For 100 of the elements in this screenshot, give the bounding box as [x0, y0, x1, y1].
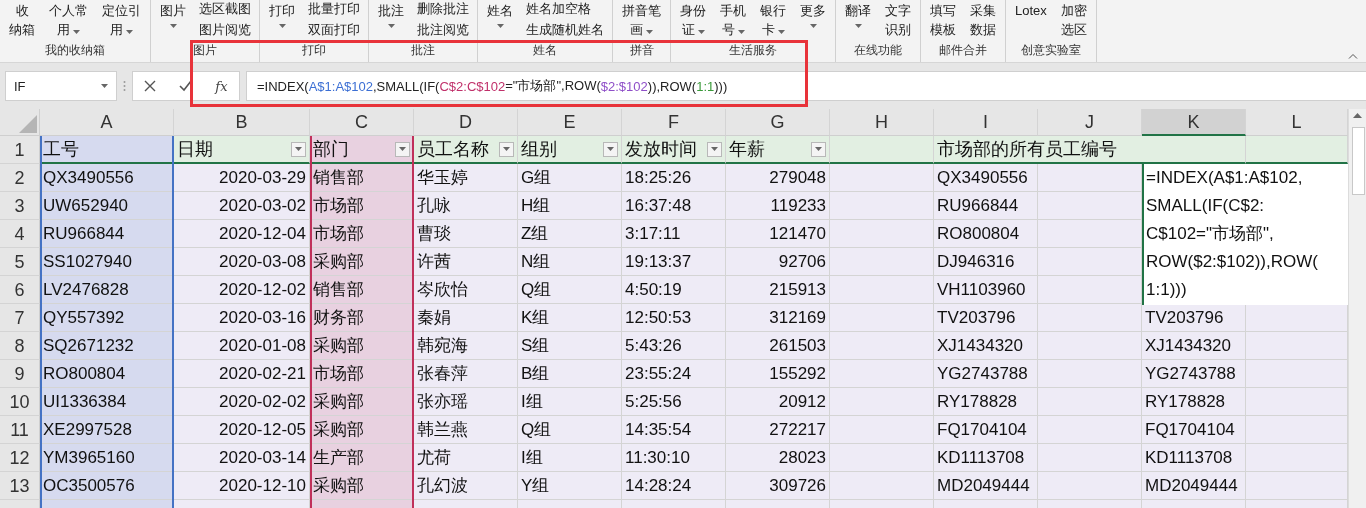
table-header-cell: 市场部的所有员工编号 — [934, 136, 1246, 164]
column-header[interactable]: H — [830, 109, 934, 136]
table-cell: B组 — [518, 360, 622, 388]
insert-function-button[interactable]: fx — [213, 76, 230, 96]
table-cell: SS1027940 — [40, 248, 174, 276]
ribbon-button[interactable]: 采集 数据 — [967, 0, 999, 40]
row-header[interactable]: 4 — [0, 220, 40, 248]
ribbon-button[interactable]: 选区截图 — [197, 0, 253, 18]
table-cell: 韩宛海 — [414, 332, 518, 360]
column-header[interactable]: D — [414, 109, 518, 136]
table-cell: MD2049444 — [934, 472, 1038, 500]
ribbon-button[interactable]: 打印 — [266, 0, 298, 29]
table-header-cell: 发放时间 — [622, 136, 726, 164]
formula-field[interactable]: =INDEX(A$1:A$102,SMALL(IF(C$2:C$102="市场部",ROW($2:$102)),ROW(1:1))) — [246, 71, 1366, 101]
scroll-up-icon[interactable] — [1353, 113, 1362, 118]
ribbon-button[interactable]: 双面打印 — [306, 21, 362, 39]
filter-button[interactable] — [707, 141, 722, 157]
table-header-cell: 工号 — [40, 136, 174, 164]
ribbon-button[interactable]: 填写 模板 — [927, 0, 959, 40]
ribbon-button[interactable]: 姓名 — [484, 0, 516, 29]
table-cell: MD2049444 — [1142, 472, 1246, 500]
table-header-cell: 年薪 — [726, 136, 830, 164]
table-cell: 2020-12-10 — [174, 472, 310, 500]
ribbon-button[interactable]: 更多 — [797, 0, 829, 29]
ribbon-button[interactable]: 身份 证 — [677, 0, 709, 40]
table-cell: 4:50:19 — [622, 276, 726, 304]
table-cell: 261503 — [726, 332, 830, 360]
ribbon-button[interactable]: 批注 — [375, 0, 407, 29]
ribbon-button[interactable]: 拼音笔 画 — [619, 0, 664, 40]
row-header[interactable]: 2 — [0, 164, 40, 192]
table-cell: YG2743788 — [934, 360, 1038, 388]
table-cell: 119233 — [726, 192, 830, 220]
filter-button[interactable] — [291, 141, 306, 157]
ribbon-button[interactable]: 翻译 — [842, 0, 874, 29]
vertical-scrollbar[interactable] — [1348, 109, 1366, 508]
ribbon-button[interactable]: 文字 识别 — [882, 0, 914, 40]
ribbon-button[interactable]: 批注阅览 — [415, 21, 471, 39]
column-header[interactable]: F — [622, 109, 726, 136]
table-cell: 许茜 — [414, 248, 518, 276]
table-cell: RY178828 — [1142, 388, 1246, 416]
row-header[interactable]: 11 — [0, 416, 40, 444]
column-header[interactable]: J — [1038, 109, 1142, 136]
ribbon-button[interactable]: 生成随机姓名 — [524, 21, 606, 39]
filter-button[interactable] — [499, 141, 514, 157]
ribbon-button[interactable]: 批量打印 — [306, 0, 362, 18]
table-cell: 生产部 — [310, 444, 414, 472]
ribbon-button[interactable]: 删除批注 — [415, 0, 471, 18]
ribbon-button[interactable]: 银行 卡 — [757, 0, 789, 40]
filter-button[interactable] — [395, 141, 410, 157]
table-cell: 华玉婷 — [414, 164, 518, 192]
name-box[interactable]: IF — [5, 71, 117, 101]
table-cell: G组 — [518, 164, 622, 192]
column-header[interactable]: K — [1142, 109, 1246, 136]
ribbon-button[interactable]: 图片阅览 — [197, 21, 253, 39]
table-cell: UI1336384 — [40, 388, 174, 416]
ribbon-button[interactable]: 手机 号 — [717, 0, 749, 40]
filter-button[interactable] — [811, 141, 826, 157]
column-header[interactable]: B — [174, 109, 310, 136]
table-cell: QX3490556 — [40, 164, 174, 192]
row-header[interactable]: 5 — [0, 248, 40, 276]
row-header[interactable]: 13 — [0, 472, 40, 500]
table-cell: 14:35:54 — [622, 416, 726, 444]
column-header[interactable]: A — [40, 109, 174, 136]
table-cell: FQ1704104 — [1142, 416, 1246, 444]
table-cell: 销售部 — [310, 276, 414, 304]
table-cell: 孔咏 — [414, 192, 518, 220]
table-cell: QY557392 — [40, 304, 174, 332]
column-header[interactable]: L — [1246, 109, 1348, 136]
table-cell: I组 — [518, 388, 622, 416]
table-cell: Y组 — [518, 472, 622, 500]
ribbon-button[interactable]: 图片 — [157, 0, 189, 29]
table-cell: UW652940 — [40, 192, 174, 220]
group-label: 批注 — [410, 42, 436, 59]
table-cell: I组 — [518, 444, 622, 472]
row-header[interactable]: 7 — [0, 304, 40, 332]
cell-editor[interactable]: =INDEX(A$1:A$102, SMALL(IF(C$2: C$102="市场部", ROW($2:$102)),ROW( 1:1))) — [1142, 164, 1348, 305]
scroll-thumb[interactable] — [1352, 127, 1365, 195]
row-header[interactable]: 8 — [0, 332, 40, 360]
table-cell: 张春萍 — [414, 360, 518, 388]
caret-icon — [607, 147, 614, 151]
column-header[interactable]: C — [310, 109, 414, 136]
ribbon-button[interactable]: Lotex — [1012, 0, 1050, 21]
row-header[interactable]: 9 — [0, 360, 40, 388]
column-header[interactable]: E — [518, 109, 622, 136]
ribbon-button[interactable]: 加密 选区 — [1057, 0, 1090, 40]
caret-icon — [101, 84, 108, 88]
table-cell: 279048 — [726, 164, 830, 192]
ribbon-button[interactable]: 姓名加空格 — [524, 0, 606, 18]
row-header[interactable]: 10 — [0, 388, 40, 416]
table-cell: 5:25:56 — [622, 388, 726, 416]
column-header[interactable]: G — [726, 109, 830, 136]
ribbon-button[interactable]: 收 纳箱 — [6, 0, 38, 40]
row-header[interactable]: 3 — [0, 192, 40, 220]
row-header[interactable]: 6 — [0, 276, 40, 304]
column-header[interactable]: I — [934, 109, 1038, 136]
row-header[interactable]: 12 — [0, 444, 40, 472]
ribbon-button[interactable]: 个人常 用 — [46, 0, 91, 40]
filter-button[interactable] — [603, 141, 618, 157]
row-header[interactable]: 1 — [0, 136, 40, 164]
ribbon-button[interactable]: 定位引 用 — [99, 0, 144, 40]
